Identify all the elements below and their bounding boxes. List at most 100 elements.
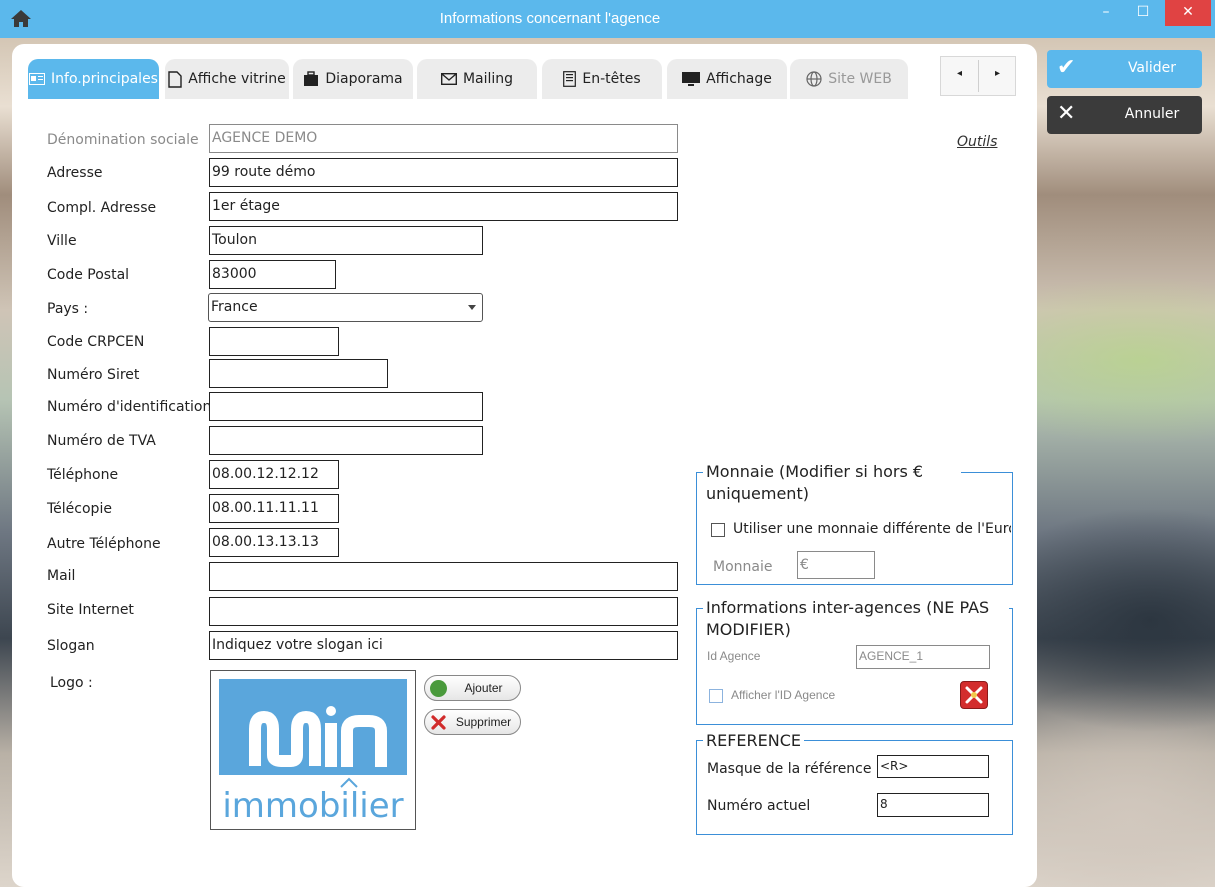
close-button[interactable]: ✕ — [1165, 0, 1211, 26]
tab-label: Site WEB — [828, 71, 892, 87]
brand-logo-text: immobilier — [222, 786, 403, 826]
tab-label: Affichage — [706, 71, 772, 87]
tab-label: En-têtes — [582, 71, 641, 87]
siret-field[interactable] — [209, 359, 388, 388]
siret-label: Numéro Siret — [47, 367, 140, 383]
pays-value: France — [211, 299, 258, 315]
adresse-field[interactable]: 99 route démo — [209, 158, 678, 187]
numero-actuel-label: Numéro actuel — [707, 798, 811, 814]
monnaie-field[interactable]: € — [797, 551, 875, 579]
id-card-icon — [29, 73, 46, 85]
code-postal-label: Code Postal — [47, 267, 130, 283]
mail-field[interactable] — [209, 562, 678, 591]
ajouter-label: Ajouter — [464, 681, 503, 695]
ville-field[interactable]: Toulon — [209, 226, 483, 255]
document-icon — [168, 70, 182, 88]
valider-label: Valider — [1127, 60, 1177, 76]
code-crpcen-label: Code CRPCEN — [47, 334, 145, 350]
supprimer-button[interactable]: Supprimer — [424, 709, 521, 735]
monnaie-legend: Monnaie (Modifier si hors € uniquement) — [703, 461, 961, 505]
tab-label: Affiche vitrine — [188, 71, 286, 87]
id-agence-label: Id Agence — [707, 649, 761, 663]
tab-affiche-vitrine[interactable]: Affiche vitrine — [165, 59, 289, 99]
title-bar: Informations concernant l'agence – ☐ ✕ — [0, 0, 1215, 38]
envelope-icon — [440, 73, 457, 85]
tab-label: Info.principales — [51, 71, 158, 87]
monnaie-label: Monnaie — [713, 559, 773, 575]
compl-adresse-label: Compl. Adresse — [47, 200, 157, 216]
ajouter-button[interactable]: Ajouter — [424, 675, 521, 701]
briefcase-icon — [304, 71, 319, 86]
telecopie-field[interactable]: 08.00.11.11.11 — [209, 494, 339, 523]
pays-label: Pays : — [47, 301, 89, 317]
minimize-button[interactable]: – — [1089, 0, 1123, 26]
outils-link[interactable]: Outils — [957, 134, 997, 150]
window-title: Informations concernant l'agence — [439, 10, 661, 27]
monnaie-legend-line1: Monnaie (Modifier si hors € — [706, 462, 924, 481]
logo-label: Logo : — [50, 675, 93, 691]
afficher-id-label: Afficher l'ID Agence — [731, 688, 836, 702]
delete-x-icon — [430, 714, 447, 731]
site-internet-label: Site Internet — [47, 602, 134, 618]
monnaie-checkbox[interactable] — [711, 523, 725, 537]
numero-actuel-field[interactable]: 8 — [877, 793, 989, 817]
monnaie-group: Monnaie (Modifier si hors € uniquement) … — [696, 461, 1013, 585]
autre-telephone-field[interactable]: 08.00.13.13.13 — [209, 528, 339, 557]
afficher-id-checkbox[interactable] — [709, 689, 723, 703]
monnaie-legend-line2: uniquement) — [706, 484, 809, 503]
adresse-label: Adresse — [47, 165, 103, 181]
tools-icon[interactable] — [960, 681, 988, 709]
code-crpcen-field[interactable] — [209, 327, 339, 356]
monitor-icon — [682, 71, 701, 86]
tab-en-tetes[interactable]: En-têtes — [542, 59, 662, 99]
tab-label: Mailing — [462, 71, 514, 87]
tab-mailing[interactable]: Mailing — [417, 59, 537, 99]
header-doc-icon — [563, 71, 577, 87]
site-internet-field[interactable] — [209, 597, 678, 626]
supprimer-label: Supprimer — [455, 715, 512, 729]
telecopie-label: Télécopie — [47, 501, 112, 517]
maximize-button[interactable]: ☐ — [1126, 0, 1160, 26]
add-icon — [430, 680, 447, 697]
tab-diaporama[interactable]: Diaporama — [293, 59, 413, 99]
tva-label: Numéro de TVA — [47, 433, 156, 449]
inter-agences-legend-line1: Informations inter-agences (NE PAS — [706, 598, 990, 617]
reference-legend: REFERENCE — [703, 730, 805, 752]
chevron-down-icon — [468, 305, 476, 310]
annuler-label: Annuler — [1124, 106, 1180, 122]
logo-image: immobilier — [210, 670, 416, 830]
tab-prev-button[interactable]: ◂ — [941, 68, 978, 79]
autre-telephone-label: Autre Téléphone — [47, 536, 161, 552]
slogan-field[interactable]: Indiquez votre slogan ici — [209, 631, 678, 660]
tab-next-button[interactable]: ▸ — [979, 68, 1016, 79]
check-icon: ✔ — [1057, 55, 1076, 80]
code-postal-field[interactable]: 83000 — [209, 260, 336, 289]
globe-icon — [806, 71, 822, 87]
mail-label: Mail — [47, 568, 76, 584]
reference-group: REFERENCE Masque de la référence <R> Num… — [696, 730, 1013, 835]
tab-site-web[interactable]: Site WEB — [790, 59, 908, 99]
annuler-button[interactable]: ✕ Annuler — [1047, 96, 1202, 134]
tab-label: Diaporama — [325, 71, 403, 87]
ville-label: Ville — [47, 233, 77, 249]
masque-label: Masque de la référence — [707, 761, 872, 777]
inter-agences-group: Informations inter-agences (NE PAS MODIF… — [696, 597, 1013, 725]
denomination-field[interactable]: AGENCE DEMO — [209, 124, 678, 153]
tab-info-principales[interactable]: Info.principales — [28, 59, 159, 99]
monnaie-checkbox-label: Utiliser une monnaie différente de l'Eur… — [733, 521, 1011, 537]
tab-navigation: ◂ ▸ — [940, 56, 1016, 96]
telephone-label: Téléphone — [47, 467, 119, 483]
valider-button[interactable]: ✔ Valider — [1047, 50, 1202, 88]
inter-agences-legend: Informations inter-agences (NE PAS MODIF… — [703, 597, 1009, 641]
slogan-label: Slogan — [47, 638, 95, 654]
identification-field[interactable] — [209, 392, 483, 421]
tva-field[interactable] — [209, 426, 483, 455]
compl-adresse-field[interactable]: 1er étage — [209, 192, 678, 221]
masque-field[interactable]: <R> — [877, 755, 989, 778]
telephone-field[interactable]: 08.00.12.12.12 — [209, 460, 339, 489]
id-agence-field[interactable]: AGENCE_1 — [856, 645, 990, 669]
pays-select[interactable]: France — [208, 293, 483, 322]
inter-agences-legend-line2: MODIFIER) — [706, 620, 791, 639]
tab-affichage[interactable]: Affichage — [667, 59, 787, 99]
denomination-label: Dénomination sociale — [47, 132, 199, 148]
